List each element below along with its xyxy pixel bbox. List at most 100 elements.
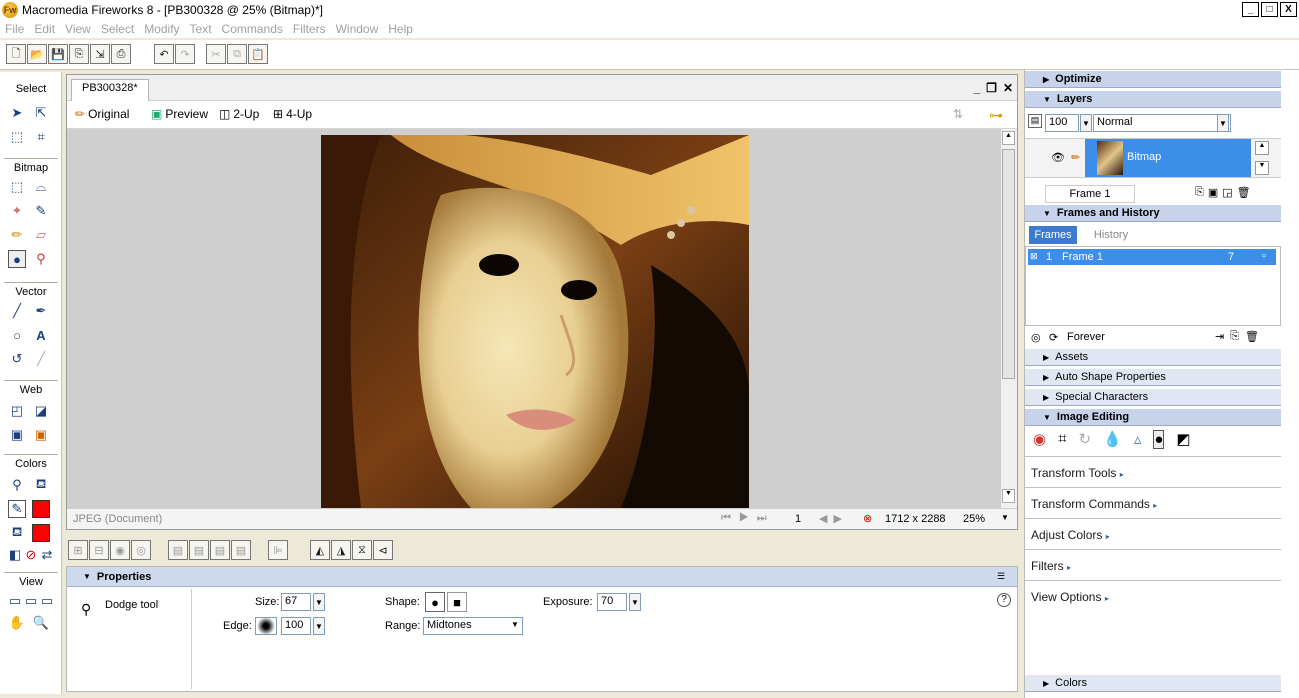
new-sublayer-icon[interactable]: ⎘: [1195, 186, 1204, 199]
opacity-field[interactable]: 100: [1045, 114, 1079, 132]
blur-drop-icon[interactable]: 💧: [1103, 430, 1122, 449]
bitmap-image[interactable]: [321, 135, 749, 508]
delete-layer-icon[interactable]: 🗑: [1237, 186, 1251, 199]
blur-tool-icon[interactable]: ●: [8, 250, 26, 268]
rotate-cw-icon[interactable]: ◮: [331, 540, 351, 560]
stroke-color-swatch[interactable]: [32, 500, 50, 518]
scroll-thumb[interactable]: [1002, 149, 1015, 379]
align-icon[interactable]: ⊫: [268, 540, 288, 560]
menu-edit[interactable]: Edit: [29, 22, 60, 36]
standard-screen-icon[interactable]: ▭: [8, 592, 22, 610]
eraser-icon[interactable]: ▱: [32, 226, 50, 244]
new-file-icon[interactable]: 🗋: [6, 44, 26, 64]
blend-mode-select[interactable]: Normal: [1093, 114, 1231, 132]
menu-text[interactable]: Text: [185, 22, 217, 36]
layer-scroll-down-icon[interactable]: ▼: [1255, 161, 1269, 175]
playback-icons[interactable]: ◀▶: [819, 512, 848, 525]
image-editing-header[interactable]: ▼ Image Editing: [1025, 408, 1281, 426]
bring-forward-icon[interactable]: ▤: [189, 540, 209, 560]
edge-field[interactable]: 100: [281, 617, 311, 635]
replace-color-icon[interactable]: ↻: [1079, 430, 1092, 449]
scroll-down-icon[interactable]: ▼: [1002, 489, 1015, 503]
close-button[interactable]: X: [1280, 2, 1297, 17]
save-icon[interactable]: 💾: [48, 44, 68, 64]
red-eye-icon[interactable]: ◉: [1033, 430, 1046, 449]
eye-icon[interactable]: 👁: [1051, 151, 1065, 164]
sync-icon[interactable]: ⇅: [953, 107, 963, 121]
pencil-icon[interactable]: ✏: [8, 226, 26, 244]
document-tab[interactable]: PB300328*: [71, 79, 149, 101]
onion-skin-icon[interactable]: ◎: [1031, 331, 1041, 344]
zoom-level[interactable]: 25%: [963, 513, 985, 525]
menu-select[interactable]: Select: [96, 22, 139, 36]
range-select[interactable]: Midtones: [423, 617, 523, 635]
fill-color-icon[interactable]: ⛾: [8, 524, 26, 542]
vertical-scrollbar[interactable]: ▲ ▼: [1000, 129, 1017, 508]
freeform-icon[interactable]: ↺: [8, 350, 26, 368]
restore-button[interactable]: □: [1261, 2, 1278, 17]
layer-scroll-up-icon[interactable]: ▲: [1255, 141, 1269, 155]
minimize-button[interactable]: _: [1242, 2, 1259, 17]
dodge-selected-icon[interactable]: ●: [1153, 430, 1165, 449]
line-icon[interactable]: ╱: [8, 302, 26, 320]
rubber-stamp-icon[interactable]: ⚲: [32, 250, 50, 268]
view-preview-button[interactable]: ▣ Preview: [151, 107, 208, 121]
hide-slices-icon[interactable]: ▣: [8, 426, 26, 444]
zoom-dropdown-icon[interactable]: ▼: [1001, 513, 1009, 522]
view-original-button[interactable]: ✏ Original: [75, 107, 129, 121]
sharpen-icon[interactable]: ▵: [1134, 430, 1142, 449]
duplicate-frame-icon[interactable]: ⎘: [1230, 330, 1239, 343]
pointer-icon[interactable]: ➤: [8, 104, 26, 122]
knife-icon[interactable]: ╱: [32, 350, 50, 368]
group-icon[interactable]: ⊞: [68, 540, 88, 560]
doc-restore-icon[interactable]: ❐: [986, 81, 997, 95]
menu-help[interactable]: Help: [383, 22, 418, 36]
range-dropdown-icon[interactable]: ▼: [511, 620, 519, 629]
loop-setting[interactable]: Forever: [1067, 331, 1105, 343]
show-slices-icon[interactable]: ▣: [32, 426, 50, 444]
distribute-frames-icon[interactable]: ⇥: [1215, 330, 1224, 343]
hand-icon[interactable]: ✋: [8, 614, 26, 632]
menu-view[interactable]: View: [60, 22, 96, 36]
join-icon[interactable]: ◉: [110, 540, 130, 560]
new-layer-icon[interactable]: ◲: [1222, 186, 1232, 199]
new-bitmap-icon[interactable]: ▣: [1208, 186, 1218, 199]
stroke-color-icon[interactable]: ✎: [8, 500, 26, 518]
open-folder-icon[interactable]: 📂: [27, 44, 47, 64]
ellipse-icon[interactable]: ○: [8, 326, 26, 344]
view-2up-button[interactable]: ◫ 2-Up: [219, 107, 259, 121]
full-screen-icon[interactable]: ▭: [40, 592, 54, 610]
rotate-ccw-icon[interactable]: ◭: [310, 540, 330, 560]
layer-row[interactable]: 👁 ✏ Bitmap ▲ ▼: [1025, 138, 1281, 178]
menu-modify[interactable]: Modify: [139, 22, 184, 36]
current-frame-label[interactable]: Frame 1: [1045, 185, 1135, 203]
pen-icon[interactable]: ✒: [32, 302, 50, 320]
scroll-up-icon[interactable]: ▲: [1002, 131, 1015, 145]
doc-minimize-icon[interactable]: _: [973, 81, 980, 95]
view-4up-button[interactable]: ⊞ 4-Up: [273, 107, 312, 121]
frame-row[interactable]: ⊠ 1 Frame 1 7 ▫: [1028, 249, 1276, 265]
doc-close-icon[interactable]: ✕: [1003, 81, 1013, 95]
special-chars-header[interactable]: ▶ Special Characters: [1025, 388, 1281, 406]
burn-icon[interactable]: ◩: [1176, 430, 1190, 449]
import-icon[interactable]: ⎘: [69, 44, 89, 64]
menu-commands[interactable]: Commands: [217, 22, 288, 36]
brush-icon[interactable]: ✎: [32, 202, 50, 220]
adjust-colors-item[interactable]: Adjust Colors ▸: [1031, 528, 1110, 542]
colors-panel-header[interactable]: ▶ Colors: [1025, 674, 1281, 692]
crop-icon[interactable]: ⌗: [32, 128, 50, 146]
size-slider-arrow-icon[interactable]: ▼: [313, 593, 325, 611]
subselection-icon[interactable]: ⇱: [32, 104, 50, 122]
fill-color-swatch[interactable]: [32, 524, 50, 542]
tab-frames[interactable]: Frames: [1029, 226, 1077, 244]
stop-icon[interactable]: ⊗: [863, 512, 872, 525]
slice-icon[interactable]: ◪: [32, 402, 50, 420]
filters-item[interactable]: Filters ▸: [1031, 559, 1071, 573]
send-back-icon[interactable]: ▤: [231, 540, 251, 560]
frame-visibility-icon[interactable]: ⊠: [1030, 251, 1038, 262]
size-field[interactable]: 67: [281, 593, 311, 611]
transform-tools-item[interactable]: Transform Tools ▸: [1031, 466, 1124, 480]
loop-icon[interactable]: ⟳: [1049, 331, 1058, 344]
send-backward-icon[interactable]: ▤: [210, 540, 230, 560]
print-icon[interactable]: ⎙: [111, 44, 131, 64]
